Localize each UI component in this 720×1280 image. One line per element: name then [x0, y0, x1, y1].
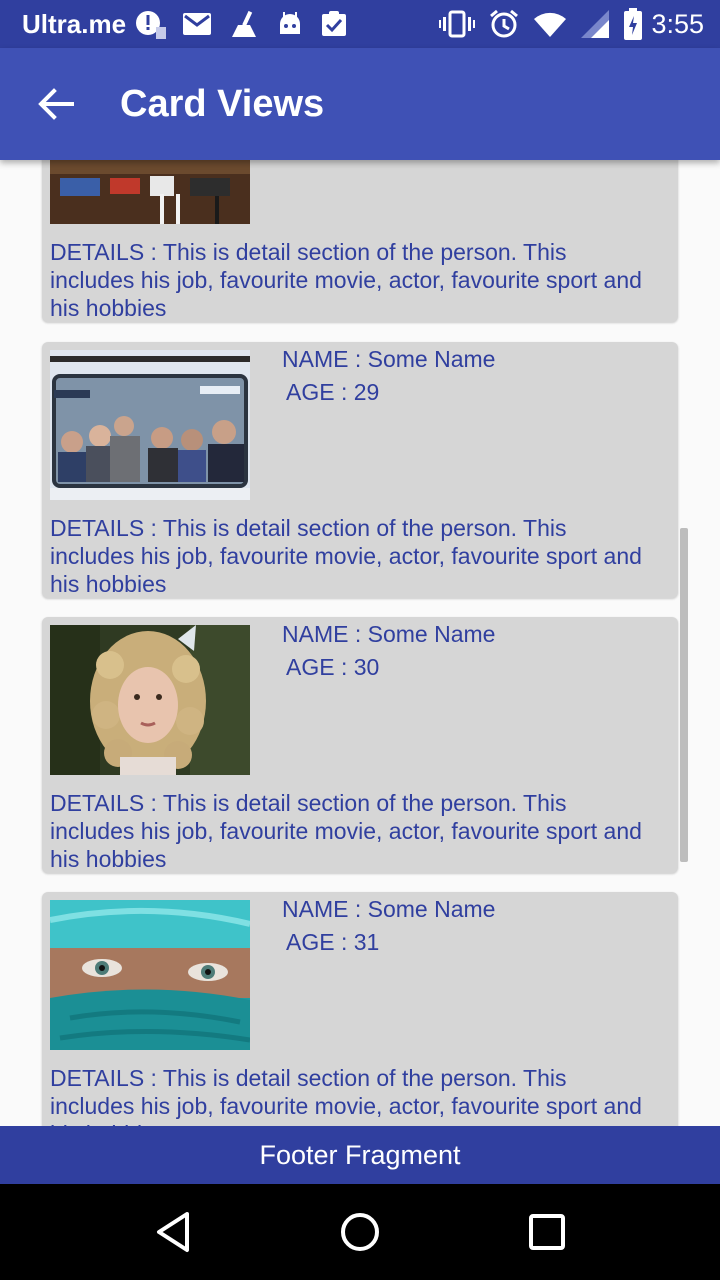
screen: Ultra.me 3:55 Card Views DETAILS: This …: [0, 0, 720, 1280]
alarm-icon: [490, 9, 519, 38]
android-icon: [280, 12, 301, 34]
wifi-icon: [534, 12, 567, 37]
toolbar: Card Views: [0, 48, 720, 160]
broom-icon: [232, 10, 257, 37]
person-name: NAME : Some Name: [282, 896, 496, 922]
nav-recents-button[interactable]: [507, 1192, 587, 1272]
vibrate-icon: [439, 10, 476, 38]
veiled-face-photo: [50, 900, 250, 1050]
subway-passengers-photo: [50, 350, 250, 500]
person-card[interactable]: NAME : Some Name AGE : 30 DETAILS : This…: [42, 617, 678, 873]
person-details: DETAILS : This is detail section of the …: [50, 515, 642, 597]
nav-home-button[interactable]: [320, 1192, 400, 1272]
curly-haired-girl-photo: [50, 625, 250, 775]
recents-square-icon: [528, 1214, 565, 1250]
system-icons: [439, 8, 643, 40]
scrollbar[interactable]: [680, 528, 688, 862]
person-details: DETAILS : This is detail section of the …: [50, 239, 642, 321]
market-stall-photo: [50, 160, 250, 224]
person-details: DETAILS : This is detail section of the …: [50, 790, 642, 872]
footer-label: Footer Fragment: [259, 1139, 461, 1170]
person-card[interactable]: NAME : Some Name AGE : 29 DETAILS : This…: [42, 342, 678, 598]
person-card[interactable]: NAME : Some Name AGE : 31 DETAILS : This…: [42, 892, 678, 1126]
notification-icons: [134, 9, 348, 39]
status-bar: Ultra.me 3:55: [0, 0, 720, 48]
person-details: DETAILS : This is detail section of the …: [50, 1065, 642, 1126]
footer-fragment: Footer Fragment: [0, 1126, 720, 1184]
card-list-viewport[interactable]: DETAILS : This is detail section of the …: [0, 160, 720, 1126]
signal-icon: [581, 10, 610, 38]
back-triangle-icon: [157, 1212, 190, 1252]
clipboard-check-icon: [322, 11, 347, 36]
arrow-left-icon: [38, 88, 74, 120]
navigation-bar: [0, 1184, 720, 1280]
alert-icon: [136, 11, 167, 39]
clock: 3:55: [651, 8, 704, 39]
mail-icon: [183, 13, 212, 35]
home-circle-icon: [340, 1213, 379, 1251]
carrier-label: Ultra.me: [22, 8, 127, 39]
page-title: Card Views: [120, 82, 325, 125]
person-name: NAME : Some Name: [282, 621, 496, 647]
person-card[interactable]: DETAILS : This is detail section of the …: [42, 160, 678, 322]
person-age: AGE : 31: [286, 929, 380, 955]
person-name: NAME : Some Name: [282, 346, 496, 372]
back-button[interactable]: [20, 68, 92, 140]
battery-icon: [624, 8, 643, 40]
nav-back-button[interactable]: [133, 1192, 213, 1272]
person-age: AGE : 29: [286, 379, 380, 405]
person-age: AGE : 30: [286, 654, 380, 680]
